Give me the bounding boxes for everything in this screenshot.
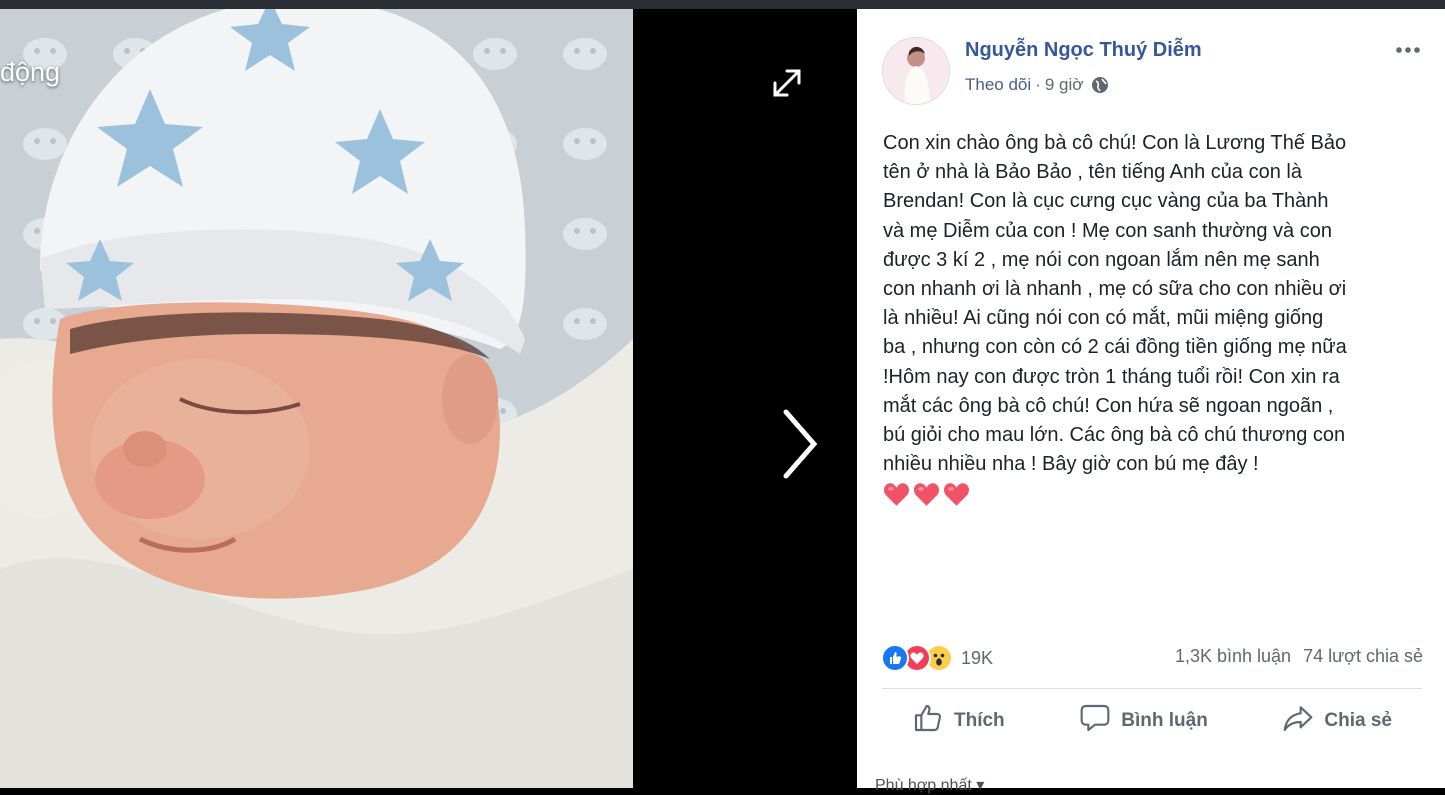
share-icon <box>1282 702 1314 740</box>
globe-icon <box>1091 76 1109 94</box>
like-reaction-icon <box>881 644 909 672</box>
heart-emoji <box>914 483 939 506</box>
top-bar <box>0 0 1445 9</box>
baby-photo: động <box>0 9 633 788</box>
meta-separator: · <box>1035 75 1041 94</box>
heart-emoji <box>884 483 909 506</box>
post-panel: Nguyễn Ngọc Thuý Diễm Theo dõi · 9 giờ C… <box>857 9 1445 794</box>
comment-label: Bình luận <box>1121 710 1208 731</box>
avatar[interactable] <box>882 37 950 105</box>
comment-sort-dropdown[interactable]: Phù hợp nhất ▾ <box>875 775 984 795</box>
comment-button[interactable]: Bình luận <box>1049 698 1238 744</box>
comment-count[interactable]: 1,3K bình luận <box>1175 646 1291 667</box>
chevron-right-icon[interactable] <box>772 404 828 484</box>
photo-caption-fragment: động <box>0 57 61 87</box>
like-label: Thích <box>954 710 1005 731</box>
share-button[interactable]: Chia sẻ <box>1252 698 1422 744</box>
post-stats: 1,3K bình luận 74 lượt chia sẻ <box>1175 646 1423 667</box>
heart-emoji <box>944 483 969 506</box>
reaction-summary[interactable]: 19K <box>881 644 993 672</box>
post-time[interactable]: 9 giờ <box>1045 75 1084 95</box>
more-options-icon[interactable] <box>1393 39 1423 61</box>
post-message: Con xin chào ông bà cô chú! Con là Lương… <box>883 132 1347 476</box>
heart-emojis <box>883 482 970 507</box>
share-label: Chia sẻ <box>1324 710 1392 731</box>
action-bar: Thích Bình luận Chia sẻ <box>882 699 1422 743</box>
share-count[interactable]: 74 lượt chia sẻ <box>1303 646 1423 667</box>
photo-viewer: động <box>0 9 857 788</box>
expand-icon[interactable] <box>765 61 809 105</box>
divider <box>882 688 1422 689</box>
comment-icon <box>1079 702 1111 740</box>
post-author-name[interactable]: Nguyễn Ngọc Thuý Diễm <box>965 39 1202 62</box>
thumbs-up-icon <box>912 702 944 740</box>
like-button[interactable]: Thích <box>882 698 1035 744</box>
post-meta: Theo dõi · 9 giờ <box>965 75 1109 95</box>
reaction-count[interactable]: 19K <box>961 648 993 669</box>
follow-link[interactable]: Theo dõi <box>965 75 1031 95</box>
baby-photo-illustration <box>0 9 633 788</box>
